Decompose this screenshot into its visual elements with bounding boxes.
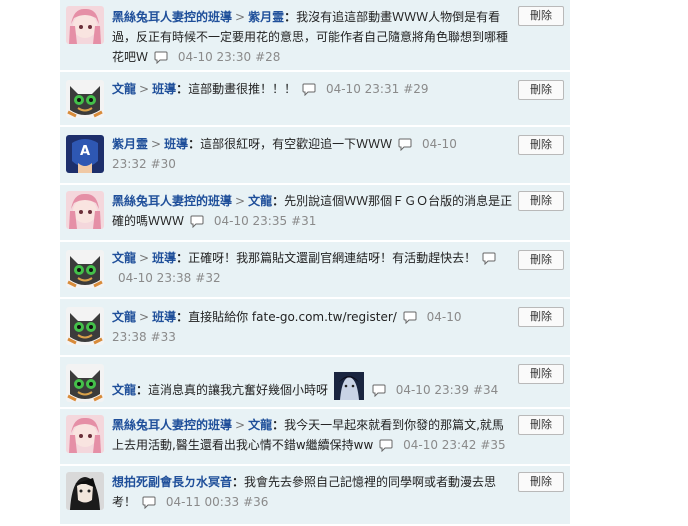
comment-text: 想拍死副會長ㄉ水冥音：我會先去參照自己記憶裡的同學啊或者動漫去思考！ 04-11…: [112, 475, 497, 509]
comment-time: 04-11 00:33: [165, 495, 240, 509]
delete-button[interactable]: 刪除: [518, 364, 564, 384]
delete-button[interactable]: 刪除: [518, 250, 564, 270]
reply-arrow-icon: >: [151, 137, 162, 151]
comment-author[interactable]: 想拍死副會長ㄉ水冥音: [112, 475, 232, 489]
comment-time: 04-10 23:38: [118, 271, 192, 285]
comment-row: 想拍死副會長ㄉ水冥音：我會先去參照自己記憶裡的同學啊或者動漫去思考！ 04-11…: [60, 466, 570, 526]
comment-author[interactable]: 文龍: [112, 251, 136, 265]
reply-target[interactable]: 紫月霊: [248, 10, 284, 24]
comment-text: 紫月霊 > 班導：這部很紅呀，有空歡迎追一下ＷＷＷ 04-10 23:32 #30: [112, 137, 457, 171]
comment-number: #35: [480, 438, 506, 452]
comment-author[interactable]: 黑絲兔耳人妻控的班導: [112, 10, 232, 24]
reply-target[interactable]: 班導: [152, 310, 176, 324]
reply-arrow-icon: >: [139, 82, 150, 96]
comment-author[interactable]: 黑絲兔耳人妻控的班導: [112, 418, 232, 432]
reply-arrow-icon: >: [139, 310, 150, 324]
reply-target[interactable]: 班導: [152, 251, 176, 265]
delete-button[interactable]: 刪除: [518, 472, 564, 492]
comment-number: #34: [472, 383, 499, 397]
comment-author[interactable]: 紫月霊: [112, 137, 148, 151]
comment-row: 黑絲兔耳人妻控的班導 > 紫月霊：我沒有追這部動畫ＷＷＷ人物倒是有看過，反正有時候不…: [60, 0, 570, 72]
reply-arrow-icon: >: [139, 251, 150, 265]
comment-author[interactable]: 文龍: [112, 383, 136, 397]
comment-row: 文龍 > 班導：正確呀！我那篇貼文還副官網連結呀！有活動趕快去！ 04-10 23:…: [60, 242, 570, 299]
comment-content: 這部動畫很推！！！: [188, 82, 297, 96]
comment-author[interactable]: 文龍: [112, 82, 136, 96]
comment-content: 直接貼給你 fate-go.com.tw/register/: [188, 310, 397, 324]
comment-row: 黑絲兔耳人妻控的班導 > 文龍：先別說這個ＷＷ那個ＦＧＯ台版的消息是正確的嗎ＷＷＷ …: [60, 185, 570, 242]
comment-number: #36: [243, 495, 269, 509]
comment-text: 黑絲兔耳人妻控的班導 > 紫月霊：我沒有追這部動畫ＷＷＷ人物倒是有看過，反正有時候不…: [112, 10, 509, 64]
comment-list: 黑絲兔耳人妻控的班導 > 紫月霊：我沒有追這部動畫ＷＷＷ人物倒是有看過，反正有時候不…: [60, 0, 570, 526]
reply-target[interactable]: 班導: [152, 82, 176, 96]
comment-text: 文龍：這消息真的讓我亢奮好幾個小時呀 04-10 23:39 #34: [112, 372, 515, 400]
comment-row: 文龍 > 班導：直接貼給你 fate-go.com.tw/register/ 04-…: [60, 299, 570, 357]
dark-hair-avatar[interactable]: [66, 472, 104, 510]
reply-bubble-icon[interactable]: [142, 496, 156, 509]
delete-button[interactable]: 刪除: [518, 135, 564, 155]
comment-text: 黑絲兔耳人妻控的班導 > 文龍：先別說這個ＷＷ那個ＦＧＯ台版的消息是正確的嗎ＷＷＷ …: [112, 194, 513, 228]
reply-bubble-icon[interactable]: [403, 311, 417, 324]
cat-mask-avatar[interactable]: [66, 80, 104, 118]
delete-button[interactable]: 刪除: [518, 307, 564, 327]
reply-target[interactable]: 文龍: [248, 194, 272, 208]
svg-text:A: A: [80, 144, 90, 159]
reply-arrow-icon: >: [235, 194, 246, 208]
attached-image-thumbnail[interactable]: [333, 372, 364, 400]
comment-number: #31: [291, 214, 317, 228]
pink-hair-avatar[interactable]: [66, 191, 104, 229]
reply-bubble-icon[interactable]: [379, 439, 393, 452]
comment-number: #29: [403, 82, 429, 96]
reply-bubble-icon[interactable]: [302, 83, 316, 96]
comment-number: #32: [195, 271, 221, 285]
cat-mask-avatar[interactable]: [66, 250, 104, 288]
comment-row: 文龍 > 班導：這部動畫很推！！！ 04-10 23:31 #29 刪除: [60, 72, 570, 127]
comment-text: 文龍 > 班導：這部動畫很推！！！ 04-10 23:31 #29: [112, 82, 429, 96]
comment-row: 文龍：這消息真的讓我亢奮好幾個小時呀 04-10 23:39 #34 刪除: [60, 357, 570, 409]
reply-arrow-icon: >: [235, 10, 246, 24]
reply-bubble-icon[interactable]: [372, 384, 386, 397]
cat-mask-avatar[interactable]: [66, 364, 104, 402]
reply-bubble-icon[interactable]: [482, 252, 496, 265]
comment-text: 文龍 > 班導：直接貼給你 fate-go.com.tw/register/ 04-…: [112, 310, 462, 344]
reply-target[interactable]: 班導: [164, 137, 188, 151]
comment-text: 文龍 > 班導：正確呀！我那篇貼文還副官網連結呀！有活動趕快去！ 04-10 23:…: [112, 248, 515, 288]
captain-mask-avatar[interactable]: A: [66, 135, 104, 173]
comment-time: 04-10 23:31: [325, 82, 400, 96]
comment-row: A 紫月霊 > 班導：這部很紅呀，有空歡迎追一下ＷＷＷ 04-10 23:32 #30…: [60, 127, 570, 185]
comment-text: 黑絲兔耳人妻控的班導 > 文龍：我今天一早起來就看到你發的那篇文,就馬上去用活動,醫…: [112, 418, 506, 452]
comment-number: #33: [150, 330, 176, 344]
reply-bubble-icon[interactable]: [398, 138, 412, 151]
comment-time: 04-10 23:35: [213, 214, 288, 228]
comment-number: #30: [150, 157, 176, 171]
reply-target[interactable]: 文龍: [248, 418, 272, 432]
pink-hair-avatar[interactable]: [66, 415, 104, 453]
comment-author[interactable]: 黑絲兔耳人妻控的班導: [112, 194, 232, 208]
delete-button[interactable]: 刪除: [518, 191, 564, 211]
reply-arrow-icon: >: [235, 418, 246, 432]
comment-content: 正確呀！我那篇貼文還副官網連結呀！有活動趕快去！: [188, 251, 477, 265]
comment-time: 04-10 23:42: [403, 438, 477, 452]
reply-bubble-icon[interactable]: [154, 51, 168, 64]
delete-button[interactable]: 刪除: [518, 80, 564, 100]
comment-time: 04-10 23:30: [177, 50, 252, 64]
delete-button[interactable]: 刪除: [518, 415, 564, 435]
comment-author[interactable]: 文龍: [112, 310, 136, 324]
delete-button[interactable]: 刪除: [518, 6, 564, 26]
cat-mask-avatar[interactable]: [66, 307, 104, 345]
comment-content: 這部很紅呀，有空歡迎追一下ＷＷＷ: [200, 137, 393, 151]
comment-content: 這消息真的讓我亢奮好幾個小時呀: [148, 383, 329, 397]
comment-time: 04-10 23:39: [395, 383, 469, 397]
comment-row: 黑絲兔耳人妻控的班導 > 文龍：我今天一早起來就看到你發的那篇文,就馬上去用活動,醫…: [60, 409, 570, 466]
comment-number: #28: [255, 50, 281, 64]
reply-bubble-icon[interactable]: [190, 215, 204, 228]
pink-hair-avatar[interactable]: [66, 6, 104, 44]
